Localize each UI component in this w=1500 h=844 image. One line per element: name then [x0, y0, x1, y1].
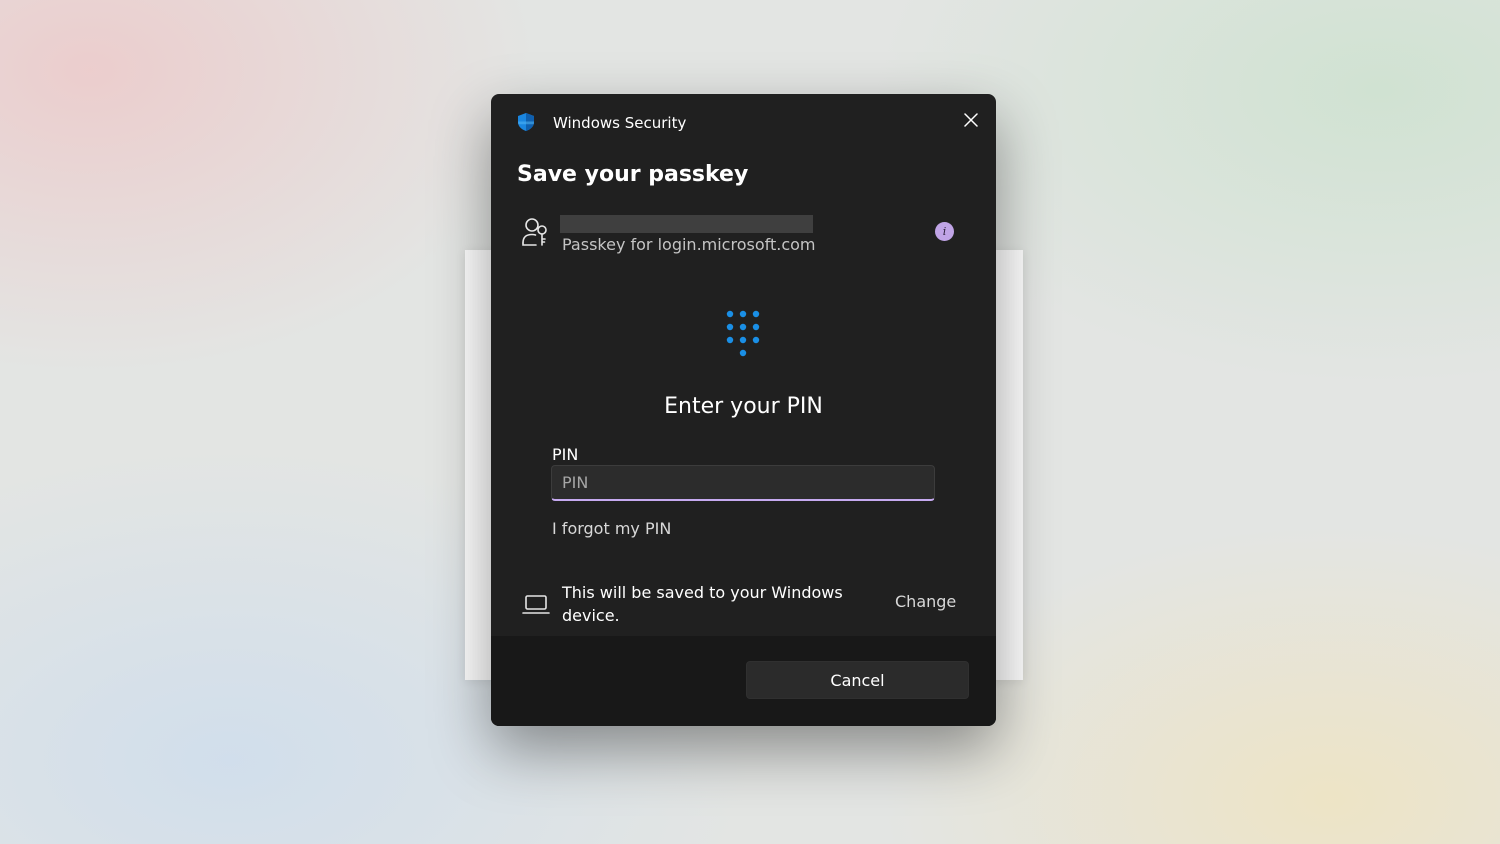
pin-label: PIN [552, 445, 579, 464]
cancel-button[interactable]: Cancel [746, 661, 969, 699]
passkey-domain: Passkey for login.microsoft.com [562, 235, 816, 254]
shield-icon [518, 113, 534, 131]
forgot-pin-link[interactable]: I forgot my PIN [552, 519, 671, 538]
laptop-icon [522, 595, 550, 614]
pin-heading: Enter your PIN [664, 394, 823, 419]
close-button[interactable] [953, 102, 989, 138]
info-icon: i [942, 225, 947, 238]
app-title: Windows Security [553, 114, 687, 132]
pin-input[interactable] [551, 465, 935, 501]
redacted-account-name [560, 215, 813, 233]
person-key-icon [522, 218, 547, 246]
save-location-text: This will be saved to your Windows devic… [562, 583, 843, 625]
dialog-heading: Save your passkey [517, 162, 749, 187]
title-bar: Windows Security [491, 94, 996, 150]
info-button[interactable]: i [935, 222, 954, 241]
dialog-footer: Cancel [491, 636, 996, 726]
keypad-icon [726, 310, 760, 357]
change-location-link[interactable]: Change [895, 592, 956, 611]
windows-security-dialog: Windows Security Save your passkey Passk… [491, 94, 996, 726]
close-icon [964, 113, 978, 127]
